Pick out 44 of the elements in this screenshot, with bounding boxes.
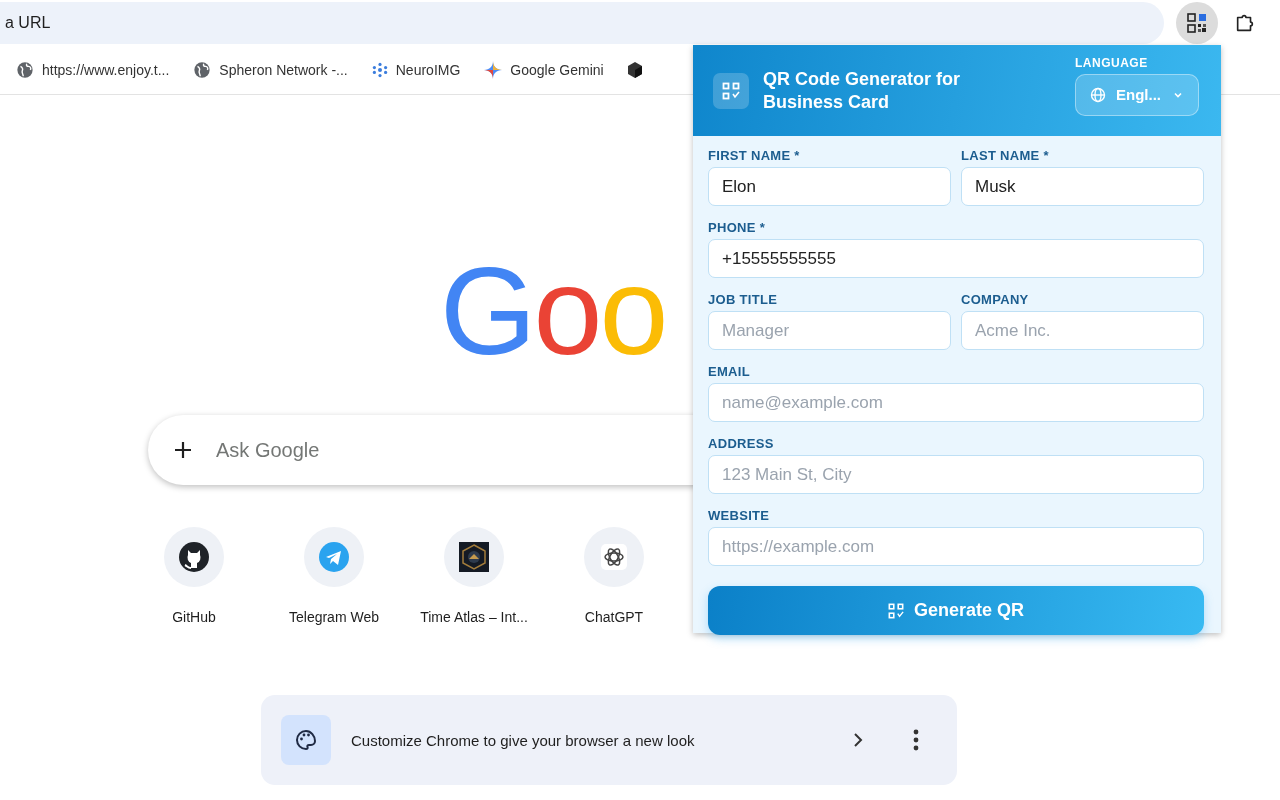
input-field[interactable]: Manager — [708, 311, 951, 350]
bookmark[interactable]: Spheron Network -... — [193, 60, 348, 79]
bookmark[interactable]: NeuroIMG — [371, 61, 461, 78]
field-label: FIRST NAME * — [708, 148, 801, 163]
bookmark[interactable]: https://www.enjoy.t... — [16, 60, 170, 79]
popup-title: QR Code Generator for Business Card — [763, 67, 962, 114]
bookmark[interactable]: Google Gemini — [484, 60, 604, 79]
input-field[interactable]: Musk — [961, 167, 1204, 206]
shortcut-label[interactable]: ChatGPT — [584, 609, 644, 625]
field-label: PHONE * — [708, 220, 766, 235]
field-label: LAST NAME * — [961, 148, 1050, 163]
input-field[interactable]: Elon — [708, 167, 951, 206]
shortcut-label[interactable]: GitHub — [172, 609, 216, 625]
logo-letter: G — [440, 253, 534, 369]
field-label: EMAIL — [708, 364, 751, 379]
input-field[interactable]: 123 Main St, City — [708, 455, 1204, 494]
logo-letter: o — [599, 253, 666, 369]
shortcut-label[interactable]: Telegram Web — [289, 609, 379, 625]
globe-icon — [16, 60, 34, 79]
qr-code-icon[interactable] — [1176, 1, 1218, 44]
chevron-right-icon[interactable] — [851, 731, 865, 749]
more-icon[interactable] — [913, 729, 919, 751]
network-icon — [371, 61, 388, 78]
field-label: WEBSITE — [708, 508, 771, 523]
field-label: JOB TITLE — [708, 292, 779, 307]
language-label: LANGUAGE — [1075, 55, 1149, 70]
palette-icon — [281, 715, 331, 765]
qr-code-icon — [887, 602, 904, 619]
qr-code-icon — [713, 72, 749, 109]
card-text[interactable]: Customize Chrome to give your browser a new look — [351, 731, 851, 749]
input-field[interactable]: name@example.com — [708, 383, 1204, 422]
shortcut-label[interactable]: Time Atlas – Int... — [420, 609, 528, 625]
field-label: ADDRESS — [708, 436, 775, 451]
address-bar[interactable]: a URL — [0, 1, 1164, 44]
cube-icon — [627, 61, 642, 78]
globe-icon — [193, 60, 212, 79]
globe-icon — [1090, 86, 1106, 103]
field-label: COMPANY — [961, 292, 1030, 307]
input-field[interactable]: Acme Inc. — [961, 311, 1204, 350]
input-field[interactable]: +15555555555 — [708, 239, 1204, 278]
bookmark[interactable] — [627, 61, 642, 78]
logo-letter: o — [533, 253, 600, 369]
input-field[interactable]: https://example.com — [708, 527, 1204, 566]
plus-icon[interactable] — [172, 439, 194, 461]
